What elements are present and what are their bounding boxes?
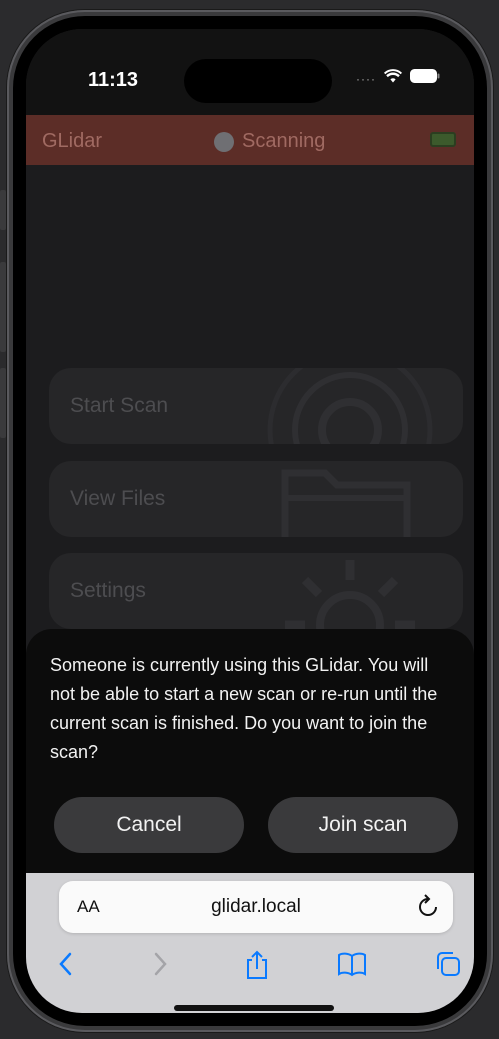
back-icon[interactable] [56, 950, 76, 983]
app-title: GLidar [42, 130, 103, 152]
view-files-label: View Files [70, 487, 166, 510]
status-time: 11:13 [88, 69, 139, 91]
start-scan-label: Start Scan [70, 394, 169, 417]
volume-up-button [0, 262, 6, 352]
settings-button[interactable]: Settings [49, 553, 463, 629]
folder-icon [281, 469, 411, 537]
volume-down-button [0, 368, 6, 438]
start-scan-button[interactable]: Start Scan [49, 368, 463, 444]
dialog-message: Someone is currently using this GLidar. … [50, 655, 438, 762]
battery-icon [410, 69, 440, 88]
share-icon[interactable] [244, 950, 270, 985]
bookmarks-icon[interactable] [337, 950, 367, 983]
view-files-button[interactable]: View Files [49, 461, 463, 537]
browser-toolbar: AA glidar.local [26, 873, 474, 1013]
reload-icon[interactable] [417, 894, 439, 923]
join-scan-dialog: Someone is currently using this GLidar. … [26, 629, 474, 899]
phone-bezel: 11:13 ···· GLidar Scanning Start Scan Vi… [13, 16, 487, 1026]
signal-dots: ···· [356, 71, 376, 86]
phone-screen: 11:13 ···· GLidar Scanning Start Scan Vi… [26, 29, 474, 1013]
url-text: glidar.local [211, 896, 301, 917]
join-scan-button[interactable]: Join scan [268, 797, 458, 853]
scan-status: Scanning [214, 130, 325, 153]
phone-frame: 11:13 ···· GLidar Scanning Start Scan Vi… [7, 10, 493, 1032]
device-battery-indicator [430, 132, 456, 147]
tabs-icon[interactable] [434, 950, 462, 983]
status-bar: 11:13 ···· [26, 29, 474, 115]
dynamic-island [184, 59, 332, 103]
address-bar[interactable]: AA glidar.local [59, 881, 453, 933]
home-indicator [174, 1005, 334, 1011]
main-content: Start Scan View Files Settings [26, 165, 474, 629]
forward-icon[interactable] [150, 950, 170, 983]
scan-status-label: Scanning [242, 130, 326, 152]
gear-icon [285, 560, 415, 629]
cancel-button[interactable]: Cancel [54, 797, 244, 853]
radar-icon [267, 368, 433, 444]
action-button [0, 190, 6, 230]
wifi-icon [384, 69, 402, 88]
status-icons: ···· [356, 69, 440, 88]
app-header: GLidar Scanning [26, 115, 474, 165]
status-dot-icon [214, 131, 234, 152]
settings-label: Settings [70, 579, 146, 602]
